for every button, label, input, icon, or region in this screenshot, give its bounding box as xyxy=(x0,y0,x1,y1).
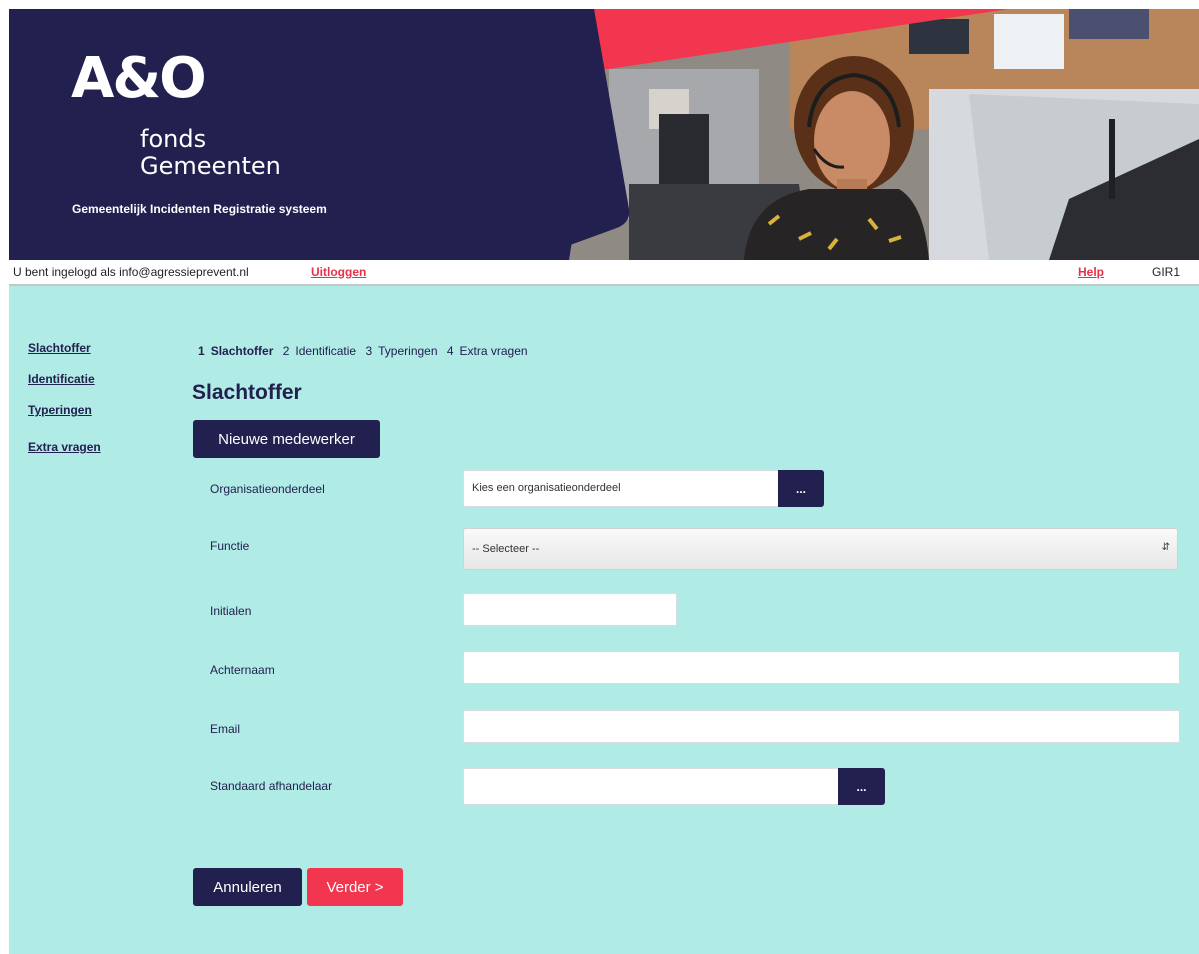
system-code: GIR1 xyxy=(1152,265,1181,279)
organisatie-picker-button[interactable]: ... xyxy=(778,470,824,507)
page-title: Slachtoffer xyxy=(192,381,302,404)
functie-label: Functie xyxy=(210,539,250,553)
step-3-label: Typeringen xyxy=(378,344,438,358)
sidebar-item-slachtoffer[interactable]: Slachtoffer xyxy=(28,341,91,355)
step-4-number: 4 xyxy=(446,344,454,358)
functie-selected-value: -- Selecteer -- xyxy=(472,543,540,555)
new-employee-button[interactable]: Nieuwe medewerker xyxy=(193,420,380,458)
afhandelaar-input[interactable] xyxy=(463,768,840,805)
logo-line-fonds: fonds xyxy=(140,125,207,153)
next-button[interactable]: Verder > xyxy=(307,868,403,906)
login-status: U bent ingelogd als info@agressieprevent… xyxy=(13,265,249,279)
app-window: A&O fonds Gemeenten Gemeentelijk Inciden… xyxy=(9,9,1199,954)
step-4-label: Extra vragen xyxy=(459,344,528,358)
logo-line-gemeenten: Gemeenten xyxy=(140,152,281,180)
achternaam-input[interactable] xyxy=(463,651,1180,684)
functie-select[interactable]: -- Selecteer -- ⇵ xyxy=(463,528,1178,570)
step-1-label: Slachtoffer xyxy=(210,344,274,358)
initialen-input[interactable] xyxy=(463,593,677,626)
email-input[interactable] xyxy=(463,710,1180,743)
select-arrow-icon: ⇵ xyxy=(1161,542,1170,553)
step-indicator: 1 Slachtoffer 2 Identificatie 3 Typeringen … xyxy=(198,344,534,358)
login-bar: U bent ingelogd als info@agressieprevent… xyxy=(9,260,1199,286)
step-2-number: 2 xyxy=(282,344,290,358)
organisatie-label: Organisatieonderdeel xyxy=(210,482,325,496)
header-banner: A&O fonds Gemeenten Gemeentelijk Inciden… xyxy=(9,9,1199,260)
sidebar-item-identificatie[interactable]: Identificatie xyxy=(28,372,95,386)
afhandelaar-label: Standaard afhandelaar xyxy=(210,779,333,793)
sidebar-item-typeringen[interactable]: Typeringen xyxy=(28,403,92,417)
afhandelaar-picker-button[interactable]: ... xyxy=(838,768,885,805)
help-link[interactable]: Help xyxy=(1078,265,1104,279)
logout-link[interactable]: Uitloggen xyxy=(311,265,366,279)
banner-subtitle: Gemeentelijk Incidenten Registratie syst… xyxy=(72,202,327,216)
cancel-button[interactable]: Annuleren xyxy=(193,868,302,906)
logo: A&O xyxy=(71,46,207,111)
organisatie-field[interactable]: Kies een organisatieonderdeel xyxy=(463,470,779,507)
sidebar-item-extra-vragen[interactable]: Extra vragen xyxy=(28,440,101,454)
initialen-label: Initialen xyxy=(210,604,252,618)
step-2-label: Identificatie xyxy=(295,344,357,358)
step-3-number: 3 xyxy=(365,344,373,358)
achternaam-label: Achternaam xyxy=(210,663,275,677)
step-1-number: 1 xyxy=(198,344,205,358)
email-label: Email xyxy=(210,722,241,736)
